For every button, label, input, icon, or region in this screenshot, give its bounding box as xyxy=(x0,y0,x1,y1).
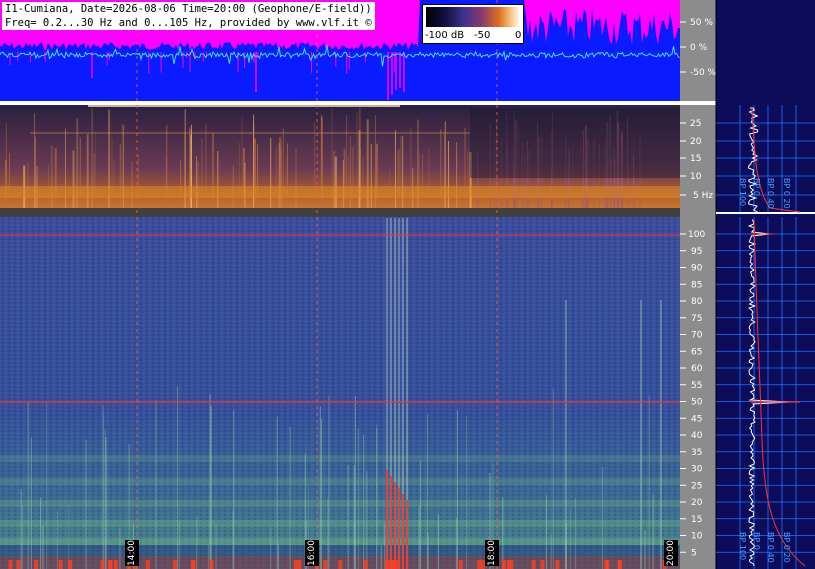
bp-lower-label: BP 0 40 xyxy=(766,532,775,563)
lower-frequency-tick-label: 40 xyxy=(691,431,703,441)
time-label-1600: 16:00 xyxy=(305,540,319,566)
amplitude-tick-label: -50 % xyxy=(690,68,717,78)
lower-frequency-tick-label: 65 xyxy=(691,347,702,357)
lower-spectrogram-noise xyxy=(0,217,680,569)
color-scale-gradient xyxy=(426,7,520,27)
station-header: I1-Cumiana, Date=2026-08-06 Time=20:00 (… xyxy=(2,2,375,30)
amplitude-tick-label: 0 % xyxy=(690,43,708,53)
lower-frequency-tick-label: 30 xyxy=(691,465,703,475)
right-axis-separator xyxy=(680,101,716,105)
vlf-spectrogram-display: 50 % 0 % -50 % 25 20 15 10 5 Hz 100 95 90 85 80 75 7… xyxy=(0,0,815,569)
color-scale-mid: -50 xyxy=(474,30,491,41)
lower-frequency-tick-label: 45 xyxy=(691,414,702,424)
lower-frequency-tick-label: 25 xyxy=(691,481,702,491)
lower-frequency-tick-label: 85 xyxy=(691,280,702,290)
lower-frequency-tick-label: 5 xyxy=(691,548,697,558)
header-line-2: Freq= 0.2...30 Hz and 0...105 Hz, provid… xyxy=(5,17,372,29)
upper-frequency-tick-label: 15 xyxy=(690,154,701,164)
lower-frequency-tick-label: 55 xyxy=(691,381,702,391)
color-scale-min: -100 dB xyxy=(425,30,465,41)
upper-spectrogram-footer xyxy=(0,208,680,217)
lower-frequency-tick-label: 80 xyxy=(691,297,703,307)
lower-frequency-tick-label: 60 xyxy=(691,364,703,374)
upper-frequency-tick-label: 5 Hz xyxy=(693,191,713,201)
time-label-2000: 20:00 xyxy=(664,540,678,566)
waveform-divider xyxy=(0,101,680,105)
bp-upper-label: BP 0 xyxy=(752,178,761,196)
upper-frequency-tick-label: 10 xyxy=(690,172,702,182)
header-line-1: I1-Cumiana, Date=2026-08-06 Time=20:00 (… xyxy=(5,3,372,15)
lower-frequency-tick-label: 35 xyxy=(691,448,702,458)
bp-upper-label: BP 0 20 xyxy=(782,178,791,209)
lower-frequency-tick-label: 75 xyxy=(691,314,702,324)
time-label-1800: 18:00 xyxy=(485,540,499,566)
lower-frequency-tick-label: 70 xyxy=(691,331,703,341)
bp-upper-label: BP 0 40 xyxy=(766,178,775,209)
lower-frequency-tick-label: 15 xyxy=(691,515,702,525)
lower-frequency-tick-label: 90 xyxy=(691,264,703,274)
lower-frequency-tick-label: 20 xyxy=(691,498,703,508)
lower-frequency-tick-label: 10 xyxy=(691,532,703,542)
bp-lower-label: BP 0 xyxy=(752,532,761,550)
lower-frequency-tick-label: 50 xyxy=(691,398,703,408)
bp-upper-label: BP 100 xyxy=(738,178,747,206)
bp-lower-label: BP 100 xyxy=(738,532,747,560)
color-scale-legend: -100 dB -50 0 xyxy=(422,4,524,44)
amplitude-tick-label: 50 % xyxy=(690,18,713,28)
spectrogram-canvas: 50 %0 %-50 % 252015105 Hz 10095908580757… xyxy=(0,0,815,569)
lower-frequency-tick-label: 95 xyxy=(691,247,702,257)
color-scale-max: 0 xyxy=(515,30,522,41)
bp-lower-label: BP 0 20 xyxy=(782,532,791,563)
upper-frequency-tick-label: 20 xyxy=(690,137,702,147)
lower-frequency-tick-label: 100 xyxy=(688,230,705,240)
time-label-1400: 14:00 xyxy=(125,540,139,566)
upper-frequency-tick-label: 25 xyxy=(690,119,701,129)
